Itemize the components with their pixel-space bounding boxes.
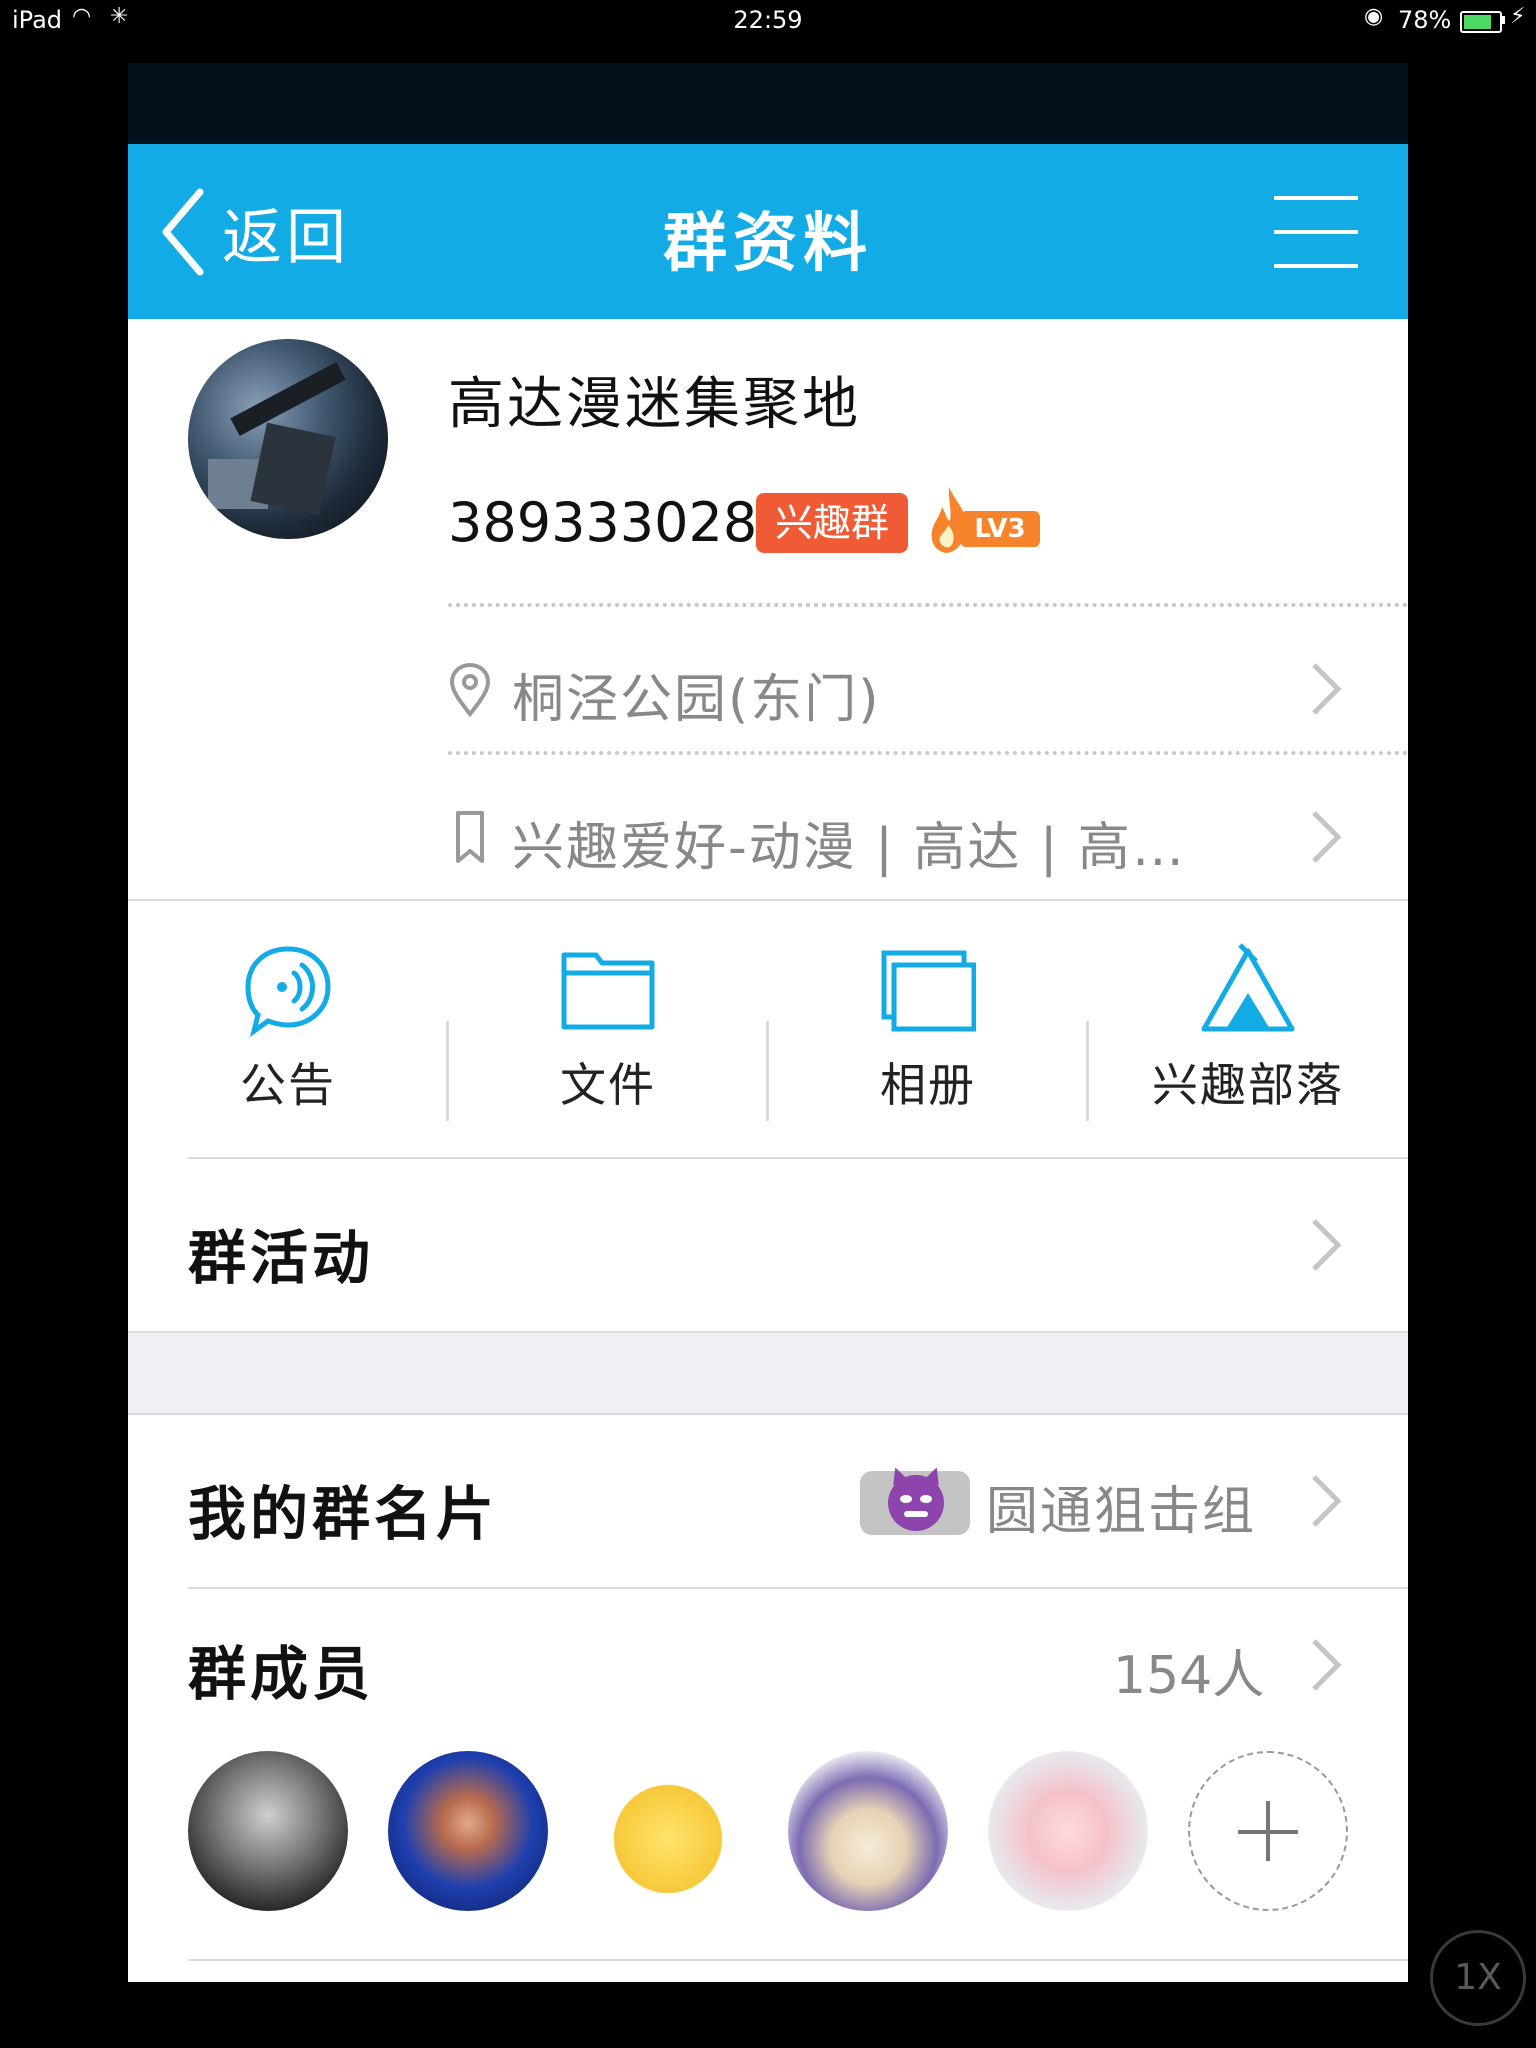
group-card-name: 圆通狙击组 <box>986 1482 1257 1542</box>
app-top-strip <box>128 63 1408 144</box>
action-label: 公告 <box>240 1058 336 1112</box>
battery-percent: 78% <box>1398 6 1452 34</box>
member-avatar[interactable] <box>388 1751 548 1911</box>
action-label: 相册 <box>880 1058 976 1112</box>
level-badge: LV3 <box>928 485 1040 555</box>
row-label: 群成员 <box>188 1640 375 1708</box>
interest-tribe-button[interactable]: 兴趣部落 <box>1088 901 1408 1161</box>
tent-icon <box>1201 943 1295 1032</box>
chevron-right-icon <box>1312 811 1342 863</box>
member-avatar[interactable] <box>988 1751 1148 1911</box>
my-group-card-row[interactable]: 我的群名片 圆通狙击组 <box>128 1415 1408 1587</box>
group-name: 高达漫迷集聚地 <box>448 372 861 437</box>
add-member-button[interactable] <box>1188 1751 1348 1911</box>
group-members-row[interactable]: 群成员 154人 <box>128 1589 1408 1739</box>
chevron-right-icon <box>1312 1219 1342 1271</box>
member-avatar[interactable] <box>788 1751 948 1911</box>
devil-emoji-icon <box>860 1471 970 1535</box>
level-label: LV3 <box>960 511 1040 547</box>
member-count: 154人 <box>1113 1646 1265 1706</box>
page-title: 群资料 <box>663 207 873 281</box>
files-button[interactable]: 文件 <box>448 901 768 1161</box>
location-text: 桐泾公园(东门) <box>512 670 881 730</box>
hamburger-menu-icon[interactable] <box>1274 196 1358 268</box>
group-activity-row[interactable]: 群活动 <box>128 1159 1408 1331</box>
divider <box>188 1959 1408 1961</box>
announcement-icon <box>245 946 331 1037</box>
interest-group-tag: 兴趣群 <box>756 493 908 553</box>
album-button[interactable]: 相册 <box>768 901 1088 1161</box>
charging-icon: ⚡ <box>1510 4 1526 29</box>
row-label: 我的群名片 <box>188 1480 499 1548</box>
group-avatar[interactable] <box>188 339 388 539</box>
member-avatar[interactable] <box>588 1751 748 1911</box>
quick-actions: 公告 文件 相册 兴趣部落 <box>128 901 1408 1157</box>
chevron-right-icon <box>1312 663 1342 715</box>
battery-tip <box>1502 16 1505 24</box>
dotted-divider <box>448 751 1408 755</box>
clock: 22:59 <box>733 6 803 34</box>
location-row[interactable]: 桐泾公园(东门) <box>448 627 1408 747</box>
category-row[interactable]: 兴趣爱好-动漫 | 高达 | 高… <box>448 775 1408 895</box>
announcement-button[interactable]: 公告 <box>128 901 448 1161</box>
action-label: 文件 <box>560 1058 656 1112</box>
chevron-right-icon <box>1312 1639 1342 1691</box>
battery-icon <box>1460 11 1502 33</box>
bookmark-icon <box>456 811 484 863</box>
section-gap <box>128 1333 1408 1413</box>
folder-icon <box>561 952 655 1030</box>
rotation-lock-icon: ◉ <box>1364 4 1384 29</box>
location-pin-icon <box>449 662 491 717</box>
category-text: 兴趣爱好-动漫 | 高达 | 高… <box>512 818 1186 878</box>
action-label: 兴趣部落 <box>1152 1058 1344 1112</box>
navigation-bar: 返回 群资料 <box>128 144 1408 319</box>
group-id: 389333028 <box>448 491 758 554</box>
zoom-1x-button[interactable]: 1X <box>1430 1930 1526 2026</box>
member-avatar[interactable] <box>188 1751 348 1911</box>
row-label: 群活动 <box>188 1224 375 1292</box>
status-bar: iPad ◠ ✳ 22:59 ◉ 78% ⚡ <box>0 0 1536 40</box>
album-icon <box>881 950 976 1032</box>
group-profile-content: 高达漫迷集聚地 389333028 兴趣群 LV3 桐泾公园(东门) 兴趣爱好-… <box>128 319 1408 1982</box>
chevron-right-icon <box>1312 1475 1342 1527</box>
dotted-divider <box>448 603 1408 607</box>
